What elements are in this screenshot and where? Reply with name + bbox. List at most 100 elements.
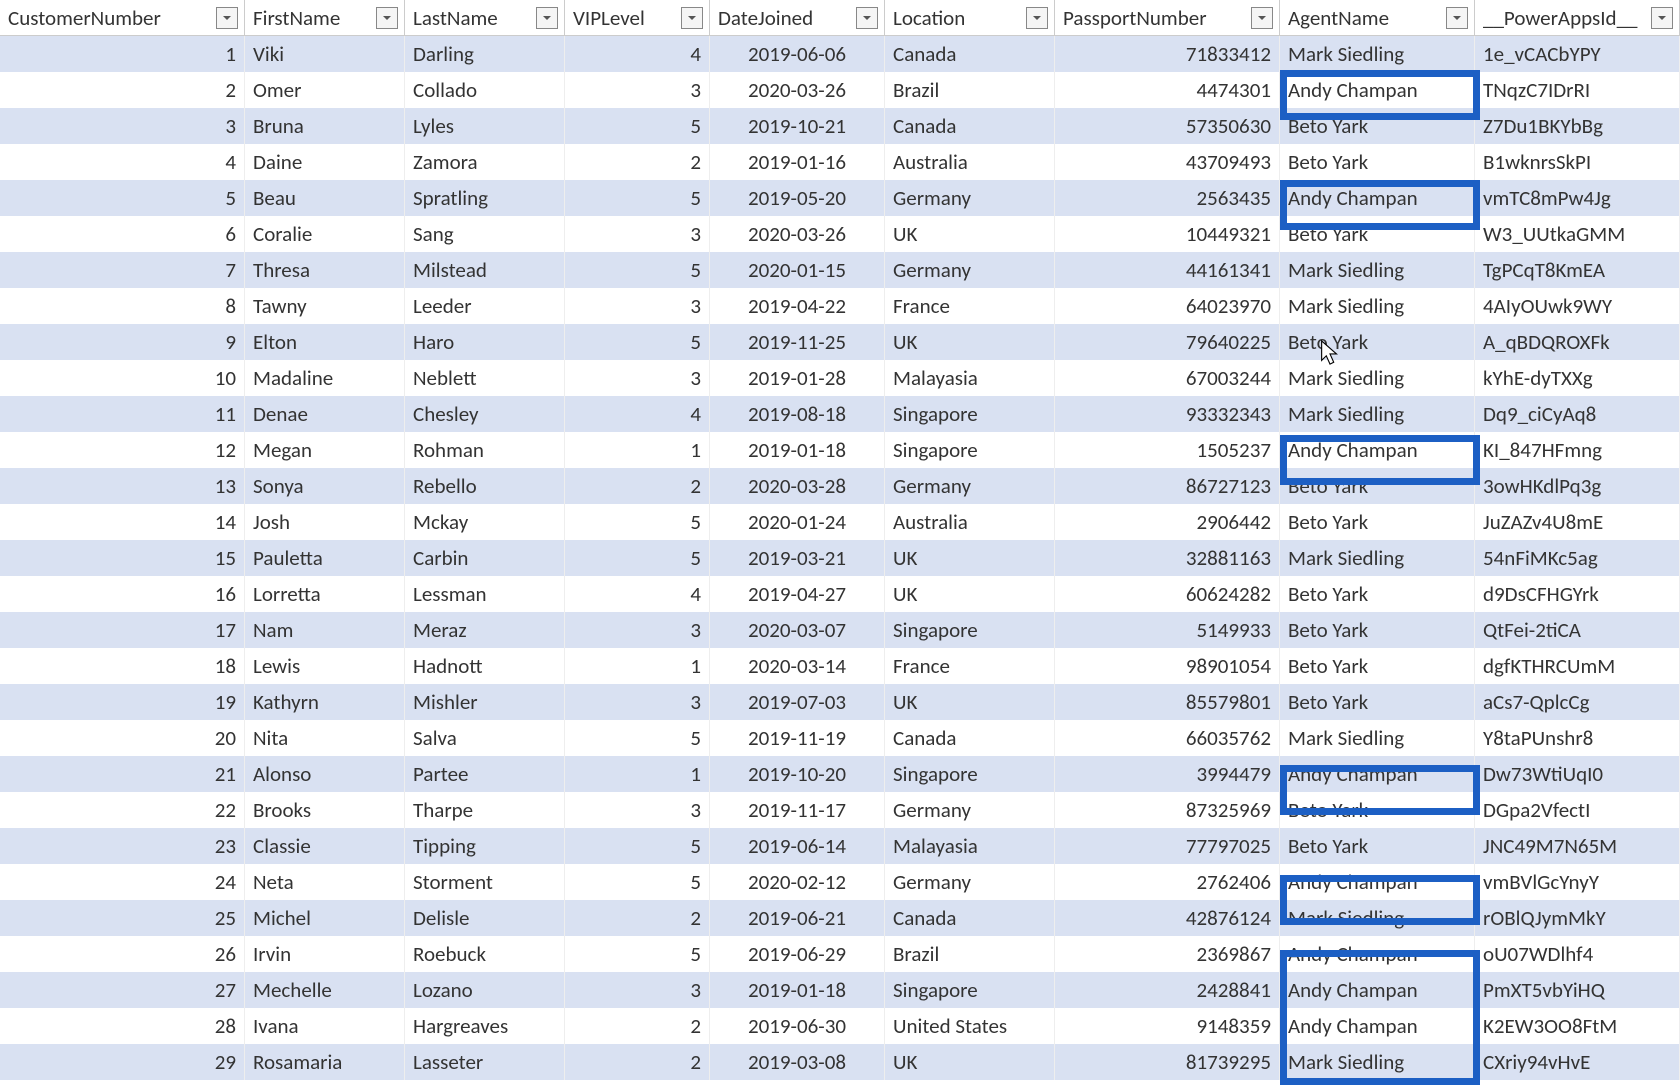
table-row[interactable]: 10MadalineNeblett32019-01-28Malayasia670… <box>0 360 1680 396</box>
cell-passportnumber[interactable]: 3994479 <box>1055 756 1280 792</box>
cell-powerappsid[interactable]: DGpa2VfectI <box>1475 792 1680 828</box>
cell-location[interactable]: UK <box>885 1044 1055 1080</box>
data-grid[interactable]: CustomerNumberFirstNameLastNameVIPLevelD… <box>0 0 1680 1080</box>
cell-powerappsid[interactable]: QtFei-2tiCA <box>1475 612 1680 648</box>
cell-viplevel[interactable]: 4 <box>565 576 710 612</box>
column-header-powerappsid[interactable]: __PowerAppsId__ <box>1475 0 1680 36</box>
cell-datejoined[interactable]: 2019-11-17 <box>710 792 885 828</box>
cell-powerappsid[interactable]: CXriy94vHvE <box>1475 1044 1680 1080</box>
cell-agentname[interactable]: Beto Yark <box>1280 468 1475 504</box>
cell-lastname[interactable]: Mckay <box>405 504 565 540</box>
cell-viplevel[interactable]: 3 <box>565 216 710 252</box>
cell-firstname[interactable]: Josh <box>245 504 405 540</box>
cell-passportnumber[interactable]: 32881163 <box>1055 540 1280 576</box>
cell-location[interactable]: UK <box>885 684 1055 720</box>
cell-location[interactable]: Singapore <box>885 972 1055 1008</box>
cell-firstname[interactable]: Beau <box>245 180 405 216</box>
cell-passportnumber[interactable]: 85579801 <box>1055 684 1280 720</box>
cell-firstname[interactable]: Tawny <box>245 288 405 324</box>
filter-dropdown-icon[interactable] <box>536 7 558 29</box>
cell-lastname[interactable]: Milstead <box>405 252 565 288</box>
cell-lastname[interactable]: Mishler <box>405 684 565 720</box>
cell-location[interactable]: Australia <box>885 144 1055 180</box>
cell-customernumber[interactable]: 16 <box>0 576 245 612</box>
table-row[interactable]: 20NitaSalva52019-11-19Canada66035762Mark… <box>0 720 1680 756</box>
cell-powerappsid[interactable]: B1wknrsSkPI <box>1475 144 1680 180</box>
cell-agentname[interactable]: Andy Champan <box>1280 72 1475 108</box>
column-header-lastname[interactable]: LastName <box>405 0 565 36</box>
cell-location[interactable]: France <box>885 648 1055 684</box>
column-header-viplevel[interactable]: VIPLevel <box>565 0 710 36</box>
cell-passportnumber[interactable]: 2428841 <box>1055 972 1280 1008</box>
cell-agentname[interactable]: Mark Siedling <box>1280 360 1475 396</box>
cell-firstname[interactable]: Megan <box>245 432 405 468</box>
cell-datejoined[interactable]: 2020-03-07 <box>710 612 885 648</box>
cell-customernumber[interactable]: 2 <box>0 72 245 108</box>
cell-customernumber[interactable]: 29 <box>0 1044 245 1080</box>
cell-passportnumber[interactable]: 10449321 <box>1055 216 1280 252</box>
cell-passportnumber[interactable]: 43709493 <box>1055 144 1280 180</box>
cell-powerappsid[interactable]: Dq9_ciCyAq8 <box>1475 396 1680 432</box>
filter-dropdown-icon[interactable] <box>1446 7 1468 29</box>
cell-lastname[interactable]: Spratling <box>405 180 565 216</box>
cell-lastname[interactable]: Sang <box>405 216 565 252</box>
cell-location[interactable]: Singapore <box>885 432 1055 468</box>
cell-firstname[interactable]: Madaline <box>245 360 405 396</box>
cell-datejoined[interactable]: 2019-03-21 <box>710 540 885 576</box>
cell-passportnumber[interactable]: 4474301 <box>1055 72 1280 108</box>
cell-agentname[interactable]: Andy Champan <box>1280 1008 1475 1044</box>
cell-datejoined[interactable]: 2020-03-14 <box>710 648 885 684</box>
cell-agentname[interactable]: Beto Yark <box>1280 144 1475 180</box>
cell-firstname[interactable]: Daine <box>245 144 405 180</box>
cell-viplevel[interactable]: 2 <box>565 1044 710 1080</box>
table-row[interactable]: 6CoralieSang32020-03-26UK10449321Beto Ya… <box>0 216 1680 252</box>
cell-datejoined[interactable]: 2020-03-28 <box>710 468 885 504</box>
cell-datejoined[interactable]: 2020-02-12 <box>710 864 885 900</box>
cell-passportnumber[interactable]: 2906442 <box>1055 504 1280 540</box>
table-row[interactable]: 27MechelleLozano32019-01-18Singapore2428… <box>0 972 1680 1008</box>
cell-powerappsid[interactable]: aCs7-QplcCg <box>1475 684 1680 720</box>
cell-passportnumber[interactable]: 9148359 <box>1055 1008 1280 1044</box>
cell-agentname[interactable]: Mark Siedling <box>1280 1044 1475 1080</box>
cell-location[interactable]: Germany <box>885 792 1055 828</box>
cell-customernumber[interactable]: 11 <box>0 396 245 432</box>
cell-powerappsid[interactable]: 1e_vCACbYPY <box>1475 36 1680 72</box>
cell-customernumber[interactable]: 24 <box>0 864 245 900</box>
cell-customernumber[interactable]: 28 <box>0 1008 245 1044</box>
cell-customernumber[interactable]: 12 <box>0 432 245 468</box>
cell-customernumber[interactable]: 9 <box>0 324 245 360</box>
table-row[interactable]: 15PaulettaCarbin52019-03-21UK32881163Mar… <box>0 540 1680 576</box>
cell-customernumber[interactable]: 20 <box>0 720 245 756</box>
cell-passportnumber[interactable]: 71833412 <box>1055 36 1280 72</box>
table-row[interactable]: 19KathyrnMishler32019-07-03UK85579801Bet… <box>0 684 1680 720</box>
cell-agentname[interactable]: Andy Champan <box>1280 180 1475 216</box>
column-header-customernumber[interactable]: CustomerNumber <box>0 0 245 36</box>
cell-firstname[interactable]: Lorretta <box>245 576 405 612</box>
cell-viplevel[interactable]: 1 <box>565 756 710 792</box>
table-row[interactable]: 17NamMeraz32020-03-07Singapore5149933Bet… <box>0 612 1680 648</box>
cell-customernumber[interactable]: 5 <box>0 180 245 216</box>
cell-location[interactable]: Singapore <box>885 756 1055 792</box>
cell-lastname[interactable]: Tharpe <box>405 792 565 828</box>
table-row[interactable]: 28IvanaHargreaves22019-06-30United State… <box>0 1008 1680 1044</box>
table-row[interactable]: 1VikiDarling42019-06-06Canada71833412Mar… <box>0 36 1680 72</box>
cell-viplevel[interactable]: 5 <box>565 828 710 864</box>
cell-passportnumber[interactable]: 93332343 <box>1055 396 1280 432</box>
cell-lastname[interactable]: Lasseter <box>405 1044 565 1080</box>
cell-viplevel[interactable]: 4 <box>565 36 710 72</box>
column-header-passportnumber[interactable]: PassportNumber <box>1055 0 1280 36</box>
cell-datejoined[interactable]: 2019-06-14 <box>710 828 885 864</box>
cell-passportnumber[interactable]: 2369867 <box>1055 936 1280 972</box>
cell-agentname[interactable]: Mark Siedling <box>1280 36 1475 72</box>
table-row[interactable]: 24NetaStorment52020-02-12Germany2762406A… <box>0 864 1680 900</box>
cell-powerappsid[interactable]: Y8taPUnshr8 <box>1475 720 1680 756</box>
cell-viplevel[interactable]: 4 <box>565 396 710 432</box>
cell-lastname[interactable]: Hadnott <box>405 648 565 684</box>
cell-firstname[interactable]: Alonso <box>245 756 405 792</box>
cell-firstname[interactable]: Nita <box>245 720 405 756</box>
cell-location[interactable]: Malayasia <box>885 360 1055 396</box>
cell-viplevel[interactable]: 5 <box>565 252 710 288</box>
cell-powerappsid[interactable]: 54nFiMKc5ag <box>1475 540 1680 576</box>
cell-firstname[interactable]: Lewis <box>245 648 405 684</box>
cell-lastname[interactable]: Rohman <box>405 432 565 468</box>
